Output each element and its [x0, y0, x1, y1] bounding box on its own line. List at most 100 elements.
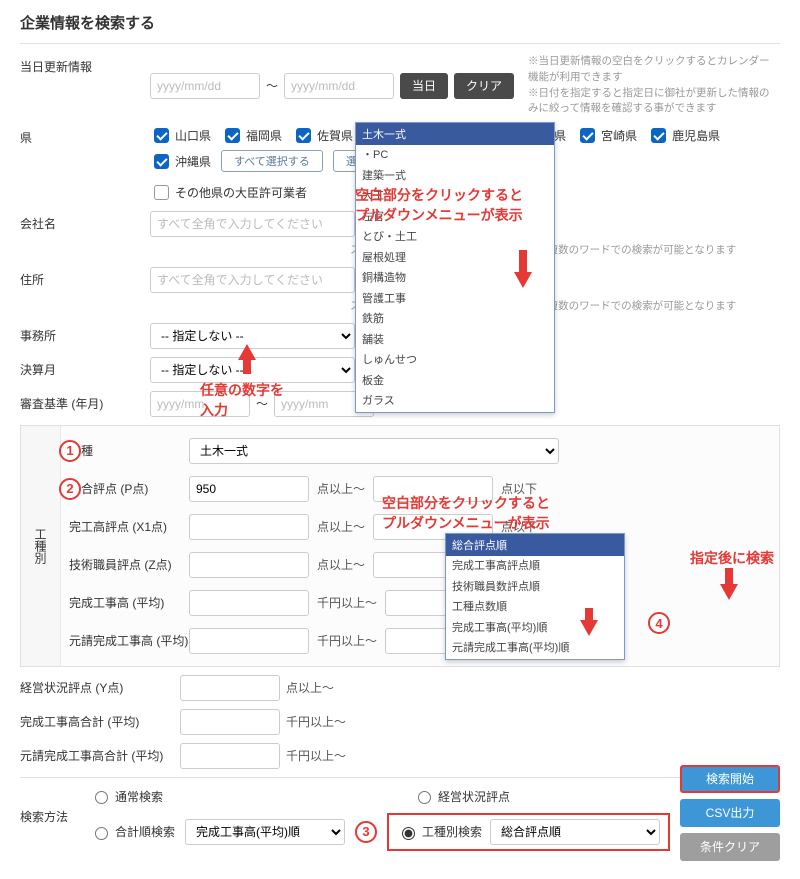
label-kanseikouji: 完成工事高 (平均): [69, 594, 189, 611]
date-to-input[interactable]: [284, 73, 394, 99]
divider: [20, 777, 780, 778]
sort-dropdown-item[interactable]: 元請完成工事高(平均)順: [446, 638, 624, 659]
step-1-badge: 1: [59, 440, 81, 462]
gijutsu-from-input[interactable]: [189, 552, 309, 578]
range-from-label: 点以上〜: [286, 679, 334, 696]
range-yen-from-label: 千円以上〜: [317, 632, 377, 649]
label-address: 住所: [20, 267, 150, 288]
label-gijutsu: 技術職員評点 (Z点): [69, 556, 189, 573]
label-closing: 決算月: [20, 357, 150, 378]
label-kankou: 完工高評点 (X1点): [69, 518, 189, 535]
sougou-from-input[interactable]: [189, 476, 309, 502]
row-kansei-sum: 完成工事高合計 (平均) 千円以上〜: [20, 709, 780, 735]
today-button[interactable]: 当日: [400, 73, 448, 99]
label-motouke: 元請完成工事高 (平均): [69, 632, 189, 649]
koushu-dropdown-item[interactable]: とび・土工: [356, 227, 554, 248]
divider: [20, 43, 780, 44]
bytype-sort-select[interactable]: 総合評点順: [490, 819, 660, 845]
radio-keiei[interactable]: [418, 791, 431, 804]
range-yen-from-label: 千円以上〜: [317, 594, 377, 611]
koushu-dropdown-item[interactable]: ガラス: [356, 391, 554, 412]
keiei-from-input[interactable]: [180, 675, 280, 701]
annotation-1-arrow-icon: [514, 250, 532, 288]
label-sougou: 総合評点 (P点): [69, 480, 189, 497]
pref-check-2[interactable]: [296, 128, 311, 143]
annotation-3-text: 空白部分をクリックすると プルダウンメニューが表示: [382, 493, 550, 533]
label-company: 会社名: [20, 211, 150, 232]
pref-check-7[interactable]: [651, 128, 666, 143]
range-yen-from-label: 千円以上〜: [286, 713, 346, 730]
company-input[interactable]: [150, 211, 355, 237]
note-line-1: ※当日更新情報の空白をクリックするとカレンダー機能が利用できます: [528, 54, 780, 86]
motouke-sum-from-input[interactable]: [180, 743, 280, 769]
range-from-label: 点以上〜: [317, 556, 365, 573]
total-sort-select[interactable]: 完成工事高(平均)順: [185, 819, 345, 845]
pref-check-0[interactable]: [154, 128, 169, 143]
radio-keiei-label: 経営状況評点: [438, 788, 510, 805]
date-from-input[interactable]: [150, 73, 260, 99]
row-update-info: 当日更新情報 〜 当日 クリア ※当日更新情報の空白をクリックするとカレンダー機…: [20, 54, 780, 117]
row-motouke-sum: 元請完成工事高合計 (平均) 千円以上〜: [20, 743, 780, 769]
pref-label-6: 宮崎県: [601, 127, 637, 144]
sort-dropdown-panel[interactable]: 総合評点順 完成工事高評点順 技術職員数評点順 工種点数順 完成工事高(平均)順…: [445, 533, 625, 660]
range-from-label: 点以上〜: [317, 518, 365, 535]
koushu-dropdown-item[interactable]: 鉄筋: [356, 309, 554, 330]
note-line-2: ※日付を指定すると指定日に御社が更新した情報のみに絞って情報を確認する事ができま…: [528, 86, 780, 118]
label-keiei: 経営状況評点 (Y点): [20, 675, 180, 696]
kankou-from-input[interactable]: [189, 514, 309, 540]
koushu-dropdown-item[interactable]: ・PC: [356, 145, 554, 166]
select-all-button[interactable]: すべて選択する: [221, 150, 323, 172]
radio-bytype[interactable]: [402, 827, 415, 840]
label-motouke-sum: 元請完成工事高合計 (平均): [20, 743, 180, 764]
search-button[interactable]: 検索開始: [680, 765, 780, 793]
annotation-4-arrow-icon: [720, 568, 738, 600]
actions-panel: 検索開始 CSV出力 条件クリア: [680, 765, 780, 861]
by-type-side-label: 工種別: [21, 426, 61, 666]
koushu-dropdown-item[interactable]: 管護工事: [356, 289, 554, 310]
kanseikouji-from-input[interactable]: [189, 590, 309, 616]
koushu-select[interactable]: 土木一式: [189, 438, 559, 464]
label-pref: 県: [20, 125, 150, 146]
koushu-dropdown-item[interactable]: しゅんせつ: [356, 350, 554, 371]
annotation-3-arrow-icon: [580, 608, 598, 636]
koushu-dropdown-item[interactable]: 建築一式: [356, 166, 554, 187]
tilde: 〜: [266, 77, 278, 94]
pref-label-1: 福岡県: [246, 127, 282, 144]
address-input[interactable]: [150, 267, 355, 293]
sort-dropdown-item[interactable]: 技術職員数評点順: [446, 577, 624, 598]
kansei-sum-from-input[interactable]: [180, 709, 280, 735]
motouke-from-input[interactable]: [189, 628, 309, 654]
csv-button[interactable]: CSV出力: [680, 799, 780, 827]
range-from-label: 点以上〜: [317, 480, 365, 497]
radio-bytype-label: 工種別検索: [422, 823, 482, 840]
pref-check-8[interactable]: [154, 154, 169, 169]
pref-other-check[interactable]: [154, 185, 169, 200]
clear-conditions-button[interactable]: 条件クリア: [680, 833, 780, 861]
label-examdate: 審査基準 (年月): [20, 391, 150, 412]
row-keiei: 経営状況評点 (Y点) 点以上〜: [20, 675, 780, 701]
sort-dropdown-item[interactable]: 完成工事高評点順: [446, 556, 624, 577]
pref-label-2: 佐賀県: [317, 127, 353, 144]
row-search-method: 検索方法 通常検索 経営状況評点 合計順検索 完成工事高(平均)順 3 工種別検…: [20, 788, 780, 851]
radio-total[interactable]: [95, 827, 108, 840]
step-2-badge: 2: [59, 478, 81, 500]
koushu-dropdown-item[interactable]: 舗装: [356, 330, 554, 351]
label-koushu: 工種: [69, 442, 189, 459]
annotation-2-arrow-icon: [238, 344, 256, 374]
koushu-dropdown-item[interactable]: 板金: [356, 371, 554, 392]
sort-dropdown-header[interactable]: 総合評点順: [446, 534, 624, 556]
annotation-2-text: 任意の数字を 入力: [200, 380, 284, 420]
label-kansei-sum: 完成工事高合計 (平均): [20, 709, 180, 730]
radio-normal-label: 通常検索: [115, 788, 163, 805]
pref-check-1[interactable]: [225, 128, 240, 143]
koushu-dropdown-header[interactable]: 土木一式: [356, 123, 554, 145]
range-yen-from-label: 千円以上〜: [286, 747, 346, 764]
pref-check-6[interactable]: [580, 128, 595, 143]
radio-total-label: 合計順検索: [115, 823, 175, 840]
radio-normal[interactable]: [95, 791, 108, 804]
pref-label-8: 沖縄県: [175, 153, 211, 170]
pref-other-label: その他県の大臣許可業者: [175, 184, 307, 201]
clear-dates-button[interactable]: クリア: [454, 73, 514, 99]
step-3-badge: 3: [355, 821, 377, 843]
page-title: 企業情報を検索する: [20, 12, 780, 33]
